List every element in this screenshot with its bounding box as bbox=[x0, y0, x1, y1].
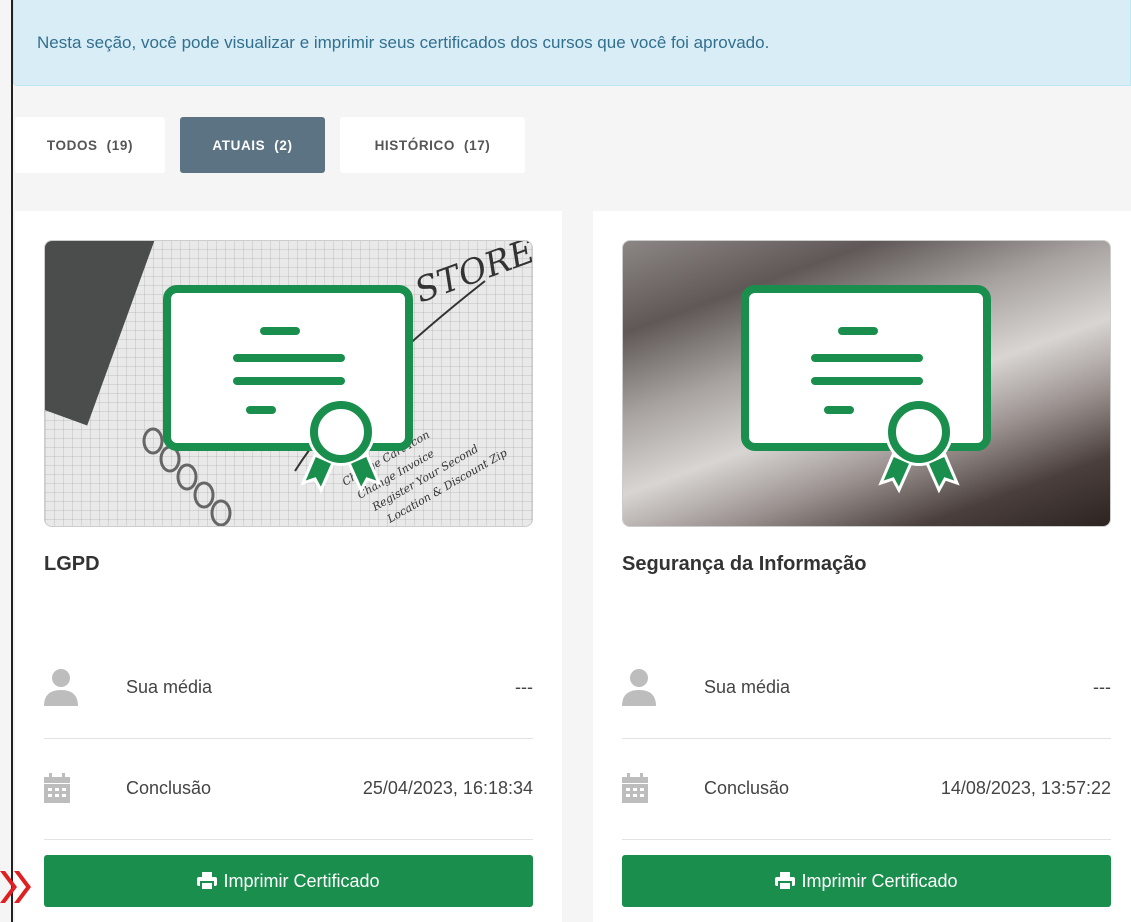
info-banner-text: Nesta seção, você pode visualizar e impr… bbox=[37, 33, 770, 52]
print-button-label: Imprimir Certificado bbox=[801, 870, 958, 891]
tab-label: ATUAIS bbox=[212, 137, 266, 153]
certificate-card: STORE Change Cart Icon Change Invoice Re… bbox=[15, 211, 562, 922]
average-row: Sua média --- bbox=[622, 637, 1111, 737]
print-button-label: Imprimir Certificado bbox=[223, 870, 380, 891]
conclusion-label: Conclusão bbox=[126, 777, 212, 798]
conclusion-row: Conclusão 25/04/2023, 16:18:34 bbox=[44, 738, 533, 838]
tab-label: HISTÓRICO bbox=[374, 137, 455, 153]
tab-atuais[interactable]: ATUAIS (2) bbox=[180, 117, 325, 173]
average-label: Sua média bbox=[126, 676, 213, 697]
tab-count: (2) bbox=[274, 137, 293, 153]
print-icon bbox=[197, 872, 218, 890]
course-title: LGPD bbox=[44, 553, 100, 575]
conclusion-value: 25/04/2023, 16:18:34 bbox=[362, 777, 533, 798]
certificate-icon bbox=[163, 285, 413, 494]
tab-count: (17) bbox=[463, 137, 491, 153]
conclusion-value: 14/08/2023, 13:57:22 bbox=[940, 777, 1111, 798]
average-label: Sua média bbox=[704, 676, 791, 697]
double-chevron-right-icon bbox=[0, 871, 31, 903]
tab-count: (19) bbox=[106, 137, 134, 153]
calendar-icon bbox=[44, 768, 84, 808]
calendar-icon bbox=[622, 768, 662, 808]
average-value: --- bbox=[515, 676, 533, 697]
print-certificate-button[interactable]: Imprimir Certificado bbox=[622, 855, 1111, 907]
average-value: --- bbox=[1093, 676, 1111, 697]
info-banner: Nesta seção, você pode visualizar e impr… bbox=[13, 0, 1131, 86]
certificates-page: Nesta seção, você pode visualizar e impr… bbox=[0, 0, 1131, 922]
divider bbox=[622, 839, 1111, 840]
user-icon bbox=[622, 667, 662, 707]
course-title: Segurança da Informação bbox=[622, 553, 867, 575]
conclusion-row: Conclusão 14/08/2023, 13:57:22 bbox=[622, 738, 1111, 838]
tab-todos[interactable]: TODOS (19) bbox=[15, 117, 165, 173]
thumbnail-text: STORE bbox=[410, 241, 533, 311]
certificate-card: Segurança da Informação Sua média --- Co… bbox=[593, 211, 1131, 922]
tab-label: TODOS bbox=[46, 137, 98, 153]
tab-historico[interactable]: HISTÓRICO (17) bbox=[340, 117, 525, 173]
print-certificate-button[interactable]: Imprimir Certificado bbox=[44, 855, 533, 907]
left-border-line bbox=[11, 0, 13, 922]
course-thumbnail bbox=[622, 240, 1111, 527]
certificate-icon bbox=[741, 285, 991, 494]
print-icon bbox=[775, 872, 796, 890]
divider bbox=[44, 839, 533, 840]
course-thumbnail: STORE Change Cart Icon Change Invoice Re… bbox=[44, 240, 533, 527]
average-row: Sua média --- bbox=[44, 637, 533, 737]
user-icon bbox=[44, 667, 84, 707]
conclusion-label: Conclusão bbox=[704, 777, 790, 798]
